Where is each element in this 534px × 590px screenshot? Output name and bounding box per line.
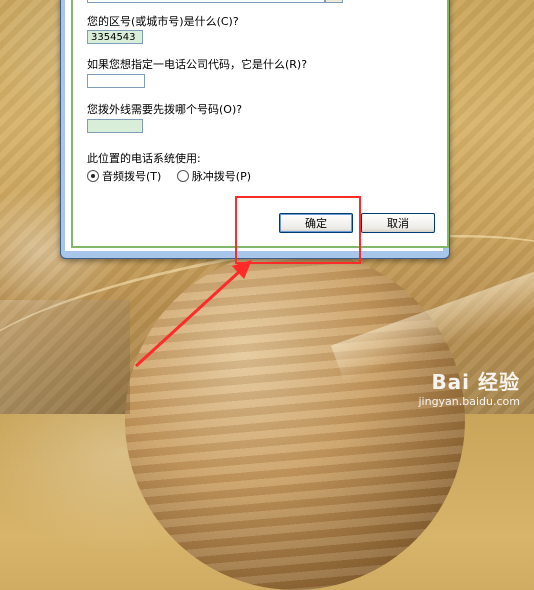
arrow-shaft	[134, 269, 242, 368]
watermark-logo: Bai 经验	[431, 370, 520, 394]
watermark-url: jingyan.baidu.com	[418, 395, 520, 408]
watermark: Bai 经验 jingyan.baidu.com	[418, 366, 520, 408]
pointer-arrow	[134, 260, 252, 368]
